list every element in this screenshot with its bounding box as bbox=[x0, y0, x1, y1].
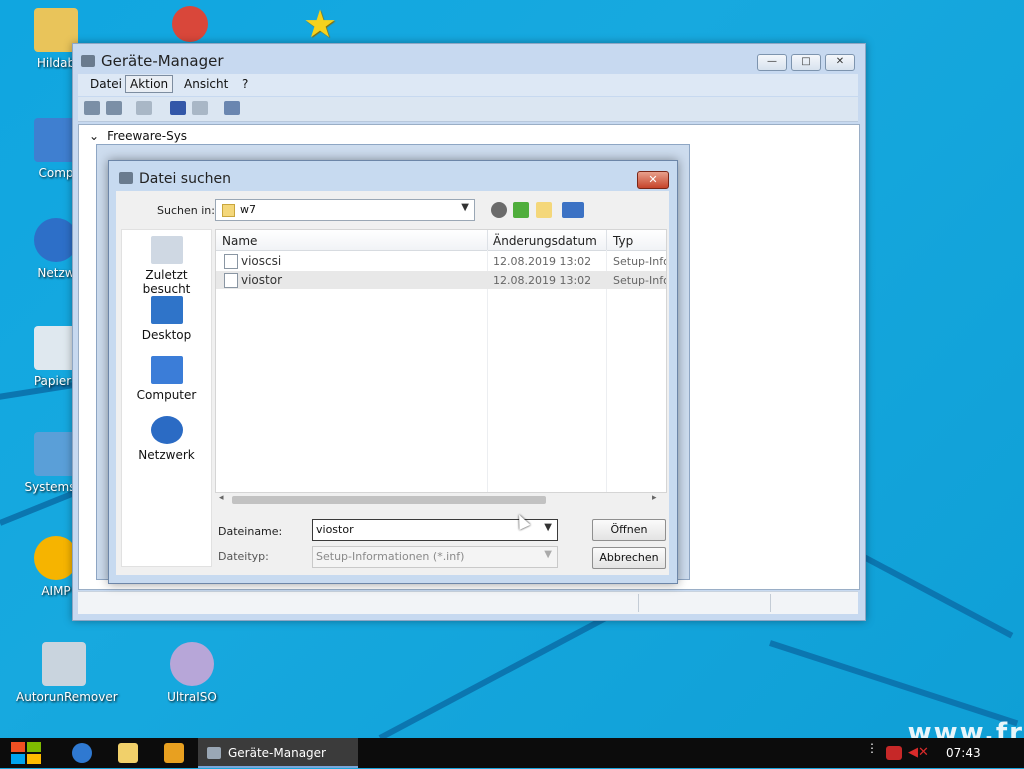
back-icon[interactable] bbox=[491, 202, 507, 218]
tray-overflow-icon[interactable]: ⋮ bbox=[866, 742, 878, 760]
menu-datei[interactable]: Datei bbox=[86, 77, 126, 91]
view-menu-icon[interactable] bbox=[562, 202, 584, 218]
autorun-remover-icon bbox=[42, 642, 86, 686]
status-divider bbox=[770, 594, 771, 612]
device-manager-icon bbox=[81, 55, 95, 67]
taskbar: Geräte-Manager ⋮ ◀✕ 07:43 bbox=[0, 738, 1024, 768]
open-button[interactable]: Öffnen bbox=[592, 519, 666, 541]
filename-label: Dateiname: bbox=[218, 525, 283, 538]
ccleaner-icon bbox=[172, 6, 208, 42]
scroll-left-icon[interactable]: ◂ bbox=[219, 493, 224, 503]
toolbar bbox=[78, 97, 858, 122]
chevron-down-icon[interactable]: ▼ bbox=[544, 522, 552, 533]
file-row[interactable]: vioscsi 12.08.2019 13:02 Setup-Info bbox=[216, 252, 666, 270]
place-computer[interactable]: Computer bbox=[122, 356, 211, 402]
file-list-header: Name ^ Änderungsdatum Typ bbox=[216, 230, 666, 251]
menu-aktion[interactable]: Aktion bbox=[125, 75, 174, 93]
forward-arrow-icon[interactable] bbox=[106, 101, 122, 115]
recent-places-icon bbox=[150, 236, 183, 264]
new-folder-icon[interactable] bbox=[536, 202, 552, 218]
star-icon: ★ bbox=[302, 2, 338, 46]
windows-logo-icon bbox=[11, 742, 41, 764]
place-desktop[interactable]: Desktop bbox=[122, 296, 211, 342]
places-bar: Zuletzt besucht Desktop Computer Netzwer… bbox=[121, 229, 212, 567]
menu-bar: Datei Aktion Ansicht ? bbox=[78, 74, 858, 96]
chevron-down-icon: ▼ bbox=[461, 202, 469, 213]
scan-hardware-icon[interactable] bbox=[224, 101, 240, 115]
file-open-dialog[interactable]: Datei suchen ✕ Suchen in: w7 ▼ Zuletzt b… bbox=[108, 160, 678, 584]
inf-file-icon bbox=[224, 273, 238, 288]
scroll-right-icon[interactable]: ▸ bbox=[652, 493, 657, 503]
wallpaper-streak bbox=[769, 640, 1019, 727]
watermark: www.fr bbox=[907, 718, 1024, 738]
menu-help[interactable]: ? bbox=[238, 77, 252, 91]
status-divider bbox=[638, 594, 639, 612]
up-folder-icon[interactable] bbox=[513, 202, 529, 218]
column-divider bbox=[606, 230, 607, 250]
dialog-body: Suchen in: w7 ▼ Zuletzt besucht Desktop … bbox=[116, 191, 669, 575]
network-icon bbox=[150, 416, 183, 444]
horizontal-scrollbar[interactable]: ◂ ▸ bbox=[215, 493, 665, 507]
clock[interactable]: 07:43 bbox=[946, 746, 981, 760]
help-icon[interactable] bbox=[170, 101, 186, 115]
taskbar-item-device-manager[interactable]: Geräte-Manager bbox=[198, 738, 358, 768]
place-recent[interactable]: Zuletzt besucht bbox=[122, 236, 211, 296]
file-row-selected[interactable]: viostor 12.08.2019 13:02 Setup-Info bbox=[216, 271, 666, 289]
menu-ansicht[interactable]: Ansicht bbox=[180, 77, 232, 91]
dialog-title: Datei suchen bbox=[119, 171, 231, 187]
desktop-icon-ultraiso[interactable]: UltraISO bbox=[144, 642, 240, 704]
folder-icon bbox=[222, 204, 235, 217]
maximize-button[interactable]: □ bbox=[791, 54, 821, 71]
column-name[interactable]: Name bbox=[222, 234, 257, 248]
dialog-close-button[interactable]: ✕ bbox=[637, 171, 669, 189]
inf-file-icon bbox=[224, 254, 238, 269]
tree-root[interactable]: ⌄ Freeware-Sys bbox=[89, 129, 187, 143]
file-list[interactable]: Name ^ Änderungsdatum Typ vioscsi 12.08.… bbox=[215, 229, 667, 493]
disc-icon bbox=[170, 642, 214, 686]
scroll-thumb[interactable] bbox=[232, 496, 546, 504]
desktop-icon-ccleaner[interactable] bbox=[150, 6, 230, 46]
window-title: Geräte-Manager bbox=[81, 52, 223, 70]
desktop-icon-autorunremover[interactable]: AutorunRemover bbox=[16, 642, 118, 704]
desktop-icon bbox=[150, 296, 183, 324]
look-in-dropdown[interactable]: w7 ▼ bbox=[215, 199, 475, 221]
cancel-button[interactable]: Abbrechen bbox=[592, 547, 666, 569]
computer-icon bbox=[150, 356, 183, 384]
status-bar bbox=[78, 591, 858, 614]
column-divider bbox=[487, 230, 488, 250]
chevron-down-icon[interactable]: ⌄ bbox=[89, 129, 99, 143]
volume-muted-icon[interactable]: ◀✕ bbox=[908, 746, 929, 760]
internet-explorer-icon[interactable] bbox=[72, 743, 92, 763]
media-player-icon[interactable] bbox=[164, 743, 184, 763]
column-type[interactable]: Typ bbox=[613, 234, 633, 248]
view-icon[interactable] bbox=[192, 101, 208, 115]
look-in-label: Suchen in: bbox=[157, 204, 215, 217]
back-arrow-icon[interactable] bbox=[84, 101, 100, 115]
device-manager-icon bbox=[207, 747, 221, 759]
filetype-label: Dateityp: bbox=[218, 550, 269, 563]
minimize-button[interactable]: — bbox=[757, 54, 787, 71]
chevron-down-icon: ▼ bbox=[544, 549, 552, 560]
tray-app-icon[interactable] bbox=[886, 746, 902, 760]
sort-arrow-icon: ^ bbox=[348, 229, 356, 235]
properties-icon[interactable] bbox=[136, 101, 152, 115]
file-explorer-icon[interactable] bbox=[118, 743, 138, 763]
place-network[interactable]: Netzwerk bbox=[122, 416, 211, 462]
start-button[interactable] bbox=[10, 740, 42, 766]
close-button[interactable]: ✕ bbox=[825, 54, 855, 71]
column-date[interactable]: Änderungsdatum bbox=[493, 234, 597, 248]
device-manager-icon bbox=[119, 172, 133, 184]
filetype-select[interactable]: Setup-Informationen (*.inf) ▼ bbox=[312, 546, 558, 568]
